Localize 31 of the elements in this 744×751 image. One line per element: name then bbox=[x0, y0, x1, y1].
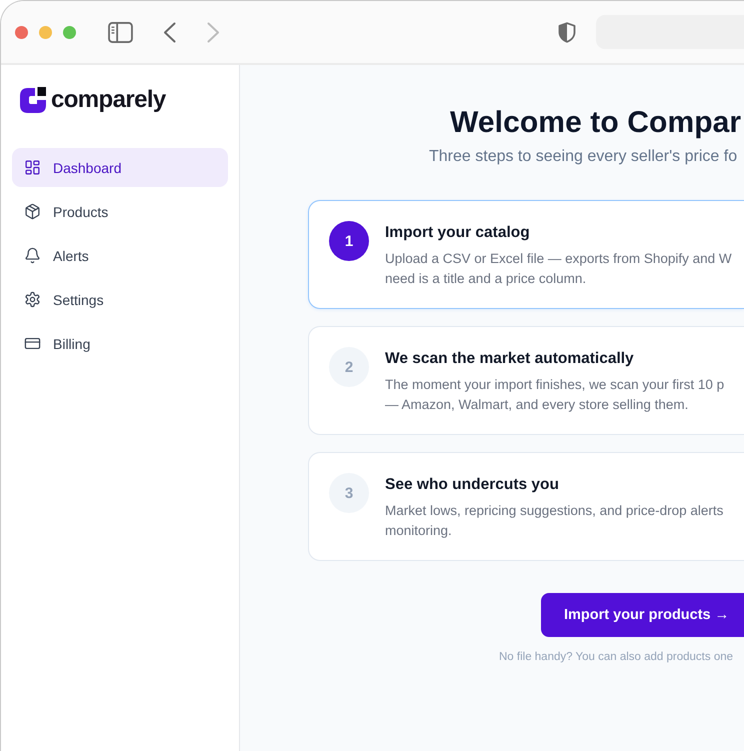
step-number: 3 bbox=[329, 473, 369, 513]
page-title: Welcome to Compar bbox=[450, 105, 742, 141]
step-title: Import your catalog bbox=[385, 223, 531, 243]
dashboard-grid-icon bbox=[24, 159, 41, 176]
credit-card-icon bbox=[24, 335, 41, 352]
logo-text: comparely bbox=[51, 86, 166, 114]
logo-icon bbox=[20, 87, 46, 113]
step-number: 1 bbox=[329, 221, 369, 261]
step-title: See who undercuts you bbox=[385, 475, 560, 495]
close-window-icon[interactable] bbox=[15, 26, 28, 38]
back-chevron-icon[interactable] bbox=[163, 22, 176, 42]
settings-icon bbox=[24, 291, 41, 308]
page-subtitle: Three steps to seeing every seller's price fo bbox=[429, 147, 738, 167]
step-description: Market lows, repricing suggestions, and price-drop alerts monitoring. bbox=[385, 502, 724, 540]
package-icon bbox=[24, 203, 41, 220]
import-products-button[interactable]: Import your products → bbox=[541, 593, 744, 637]
nav-item[interactable]: Dashboard bbox=[12, 148, 228, 187]
nav-item[interactable]: Billing bbox=[12, 324, 228, 363]
sidebar-toggle-icon[interactable] bbox=[108, 22, 133, 42]
step-description: Upload a CSV or Excel file — exports from Shopify and W need is a title and a price column. bbox=[385, 250, 732, 288]
minimize-window-icon[interactable] bbox=[39, 26, 52, 38]
step-number: 2 bbox=[329, 347, 369, 387]
nav-item[interactable]: Settings bbox=[12, 280, 228, 319]
zoom-window-icon[interactable] bbox=[63, 26, 76, 38]
step-description: The moment your import finishes, we scan your first 10 p — Amazon, Walmart, and every store selling them. bbox=[385, 376, 724, 414]
help-note: No file handy? You can also add products one bbox=[499, 650, 734, 664]
shield-icon[interactable] bbox=[558, 22, 576, 42]
bell-icon bbox=[24, 247, 41, 264]
nav-item[interactable]: Products bbox=[12, 192, 228, 231]
step-title: We scan the market automatically bbox=[385, 349, 635, 369]
nav-item[interactable]: Alerts bbox=[12, 236, 228, 275]
